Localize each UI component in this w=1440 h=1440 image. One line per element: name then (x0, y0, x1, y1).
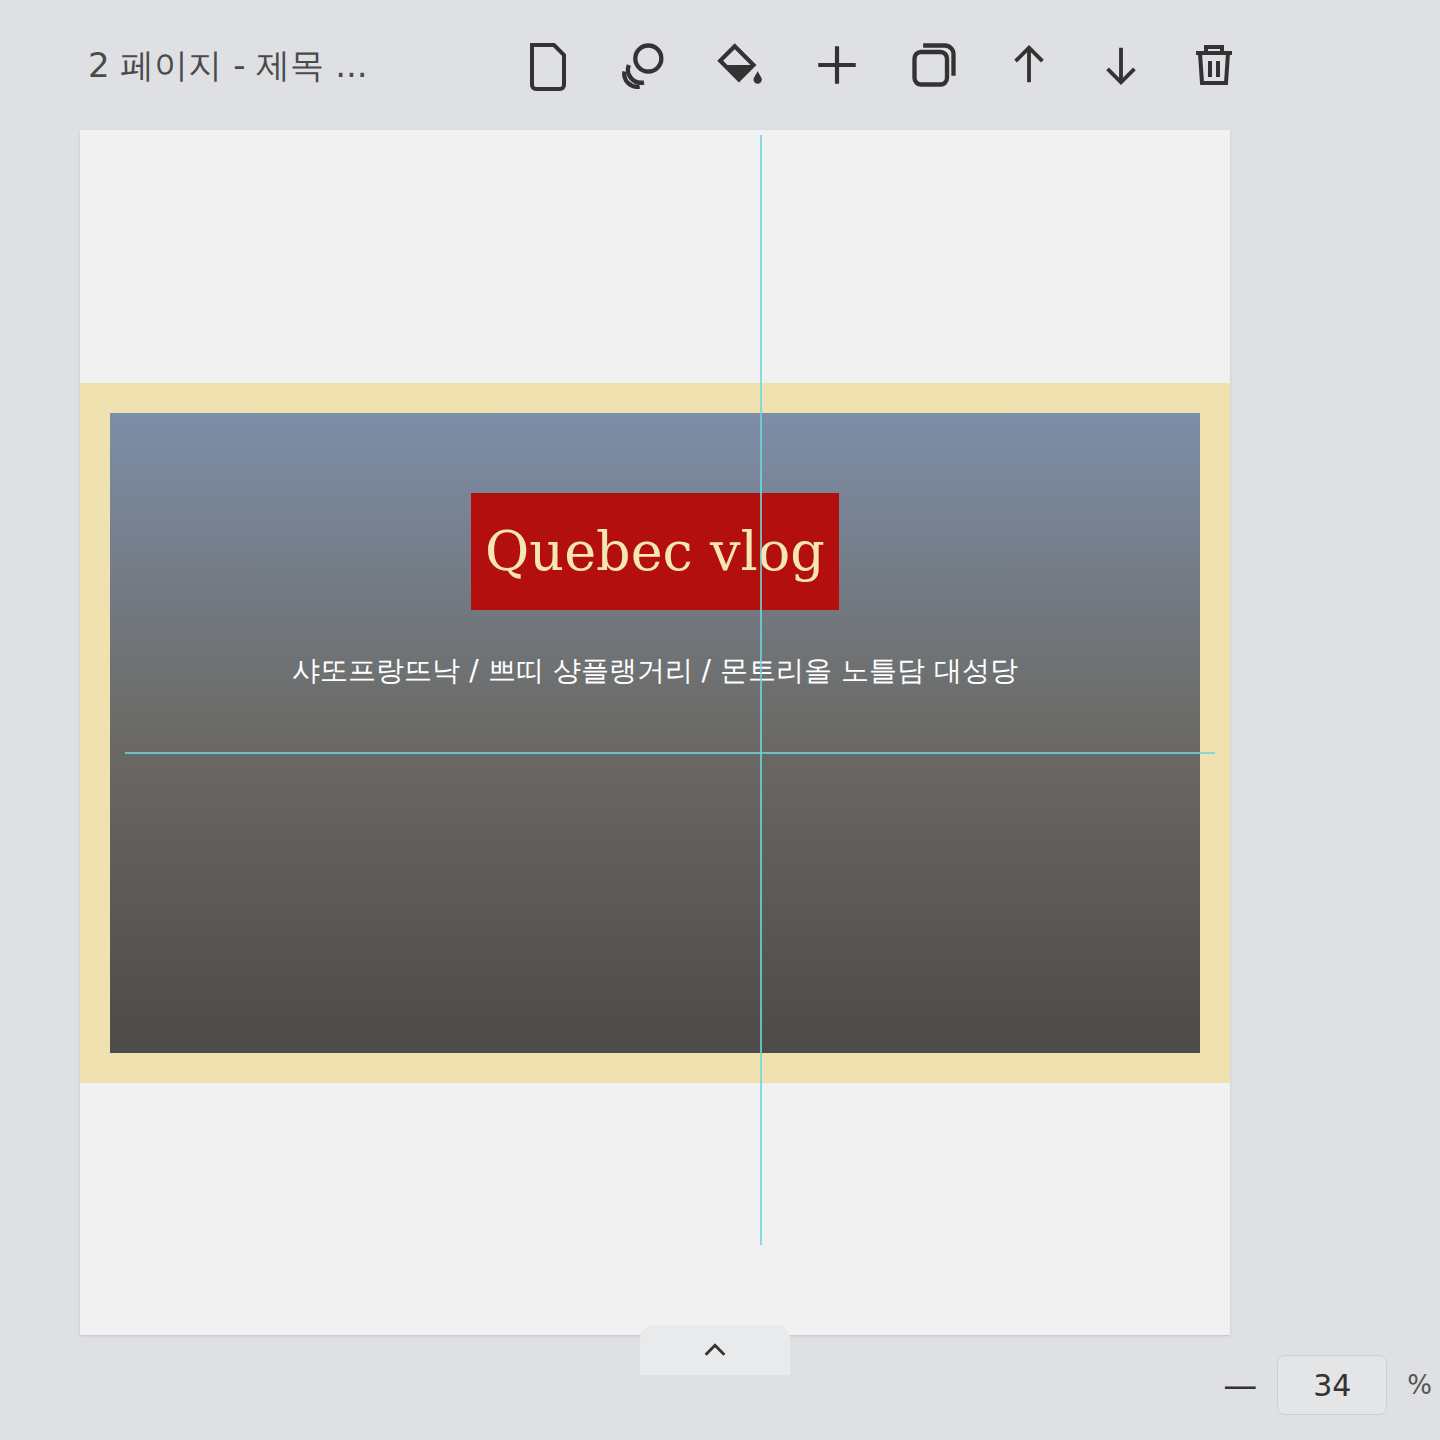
move-down-icon[interactable] (1098, 40, 1144, 90)
zoom-unit: % (1407, 1366, 1432, 1405)
thumbnail-photo: Quebec vlog 샤또프랑뜨낙 / 쁘띠 샹플랭거리 / 몬트리올 노틀담… (110, 413, 1200, 1053)
zoom-out-button[interactable]: — (1223, 1360, 1257, 1411)
note-icon[interactable] (524, 37, 572, 93)
paint-bucket-icon[interactable] (716, 40, 766, 90)
layers-icon[interactable] (618, 39, 670, 91)
zoom-control: — 34 % (1223, 1355, 1432, 1415)
duplicate-icon[interactable] (908, 39, 960, 91)
page-toolbar (524, 37, 1238, 93)
subtitle[interactable]: 샤또프랑뜨낙 / 쁘띠 샹플랭거리 / 몬트리올 노틀담 대성당 (292, 650, 1017, 692)
page-header: 2 페이지 - 제목 ... (0, 0, 1440, 130)
page-title[interactable]: 2 페이지 - 제목 ... (88, 40, 468, 91)
horizontal-guide (125, 752, 1215, 754)
pages-tab[interactable] (640, 1325, 790, 1375)
cream-frame: Quebec vlog 샤또프랑뜨낙 / 쁘띠 샹플랭거리 / 몬트리올 노틀담… (80, 383, 1230, 1083)
move-up-icon[interactable] (1006, 40, 1052, 90)
bottom-bar: — 34 % (0, 1335, 1440, 1440)
add-page-icon[interactable] (812, 40, 862, 90)
title-badge[interactable]: Quebec vlog (471, 493, 839, 610)
trash-icon[interactable] (1190, 39, 1238, 91)
chevron-up-icon (701, 1340, 729, 1360)
design-page[interactable]: Quebec vlog 샤또프랑뜨낙 / 쁘띠 샹플랭거리 / 몬트리올 노틀담… (80, 130, 1230, 1335)
editor: 2 페이지 - 제목 ... Quebec vlog 샤또프랑뜨낙 / 쁘띠 샹… (0, 0, 1440, 1440)
vertical-guide (760, 135, 762, 1245)
zoom-field[interactable]: 34 (1277, 1355, 1387, 1415)
